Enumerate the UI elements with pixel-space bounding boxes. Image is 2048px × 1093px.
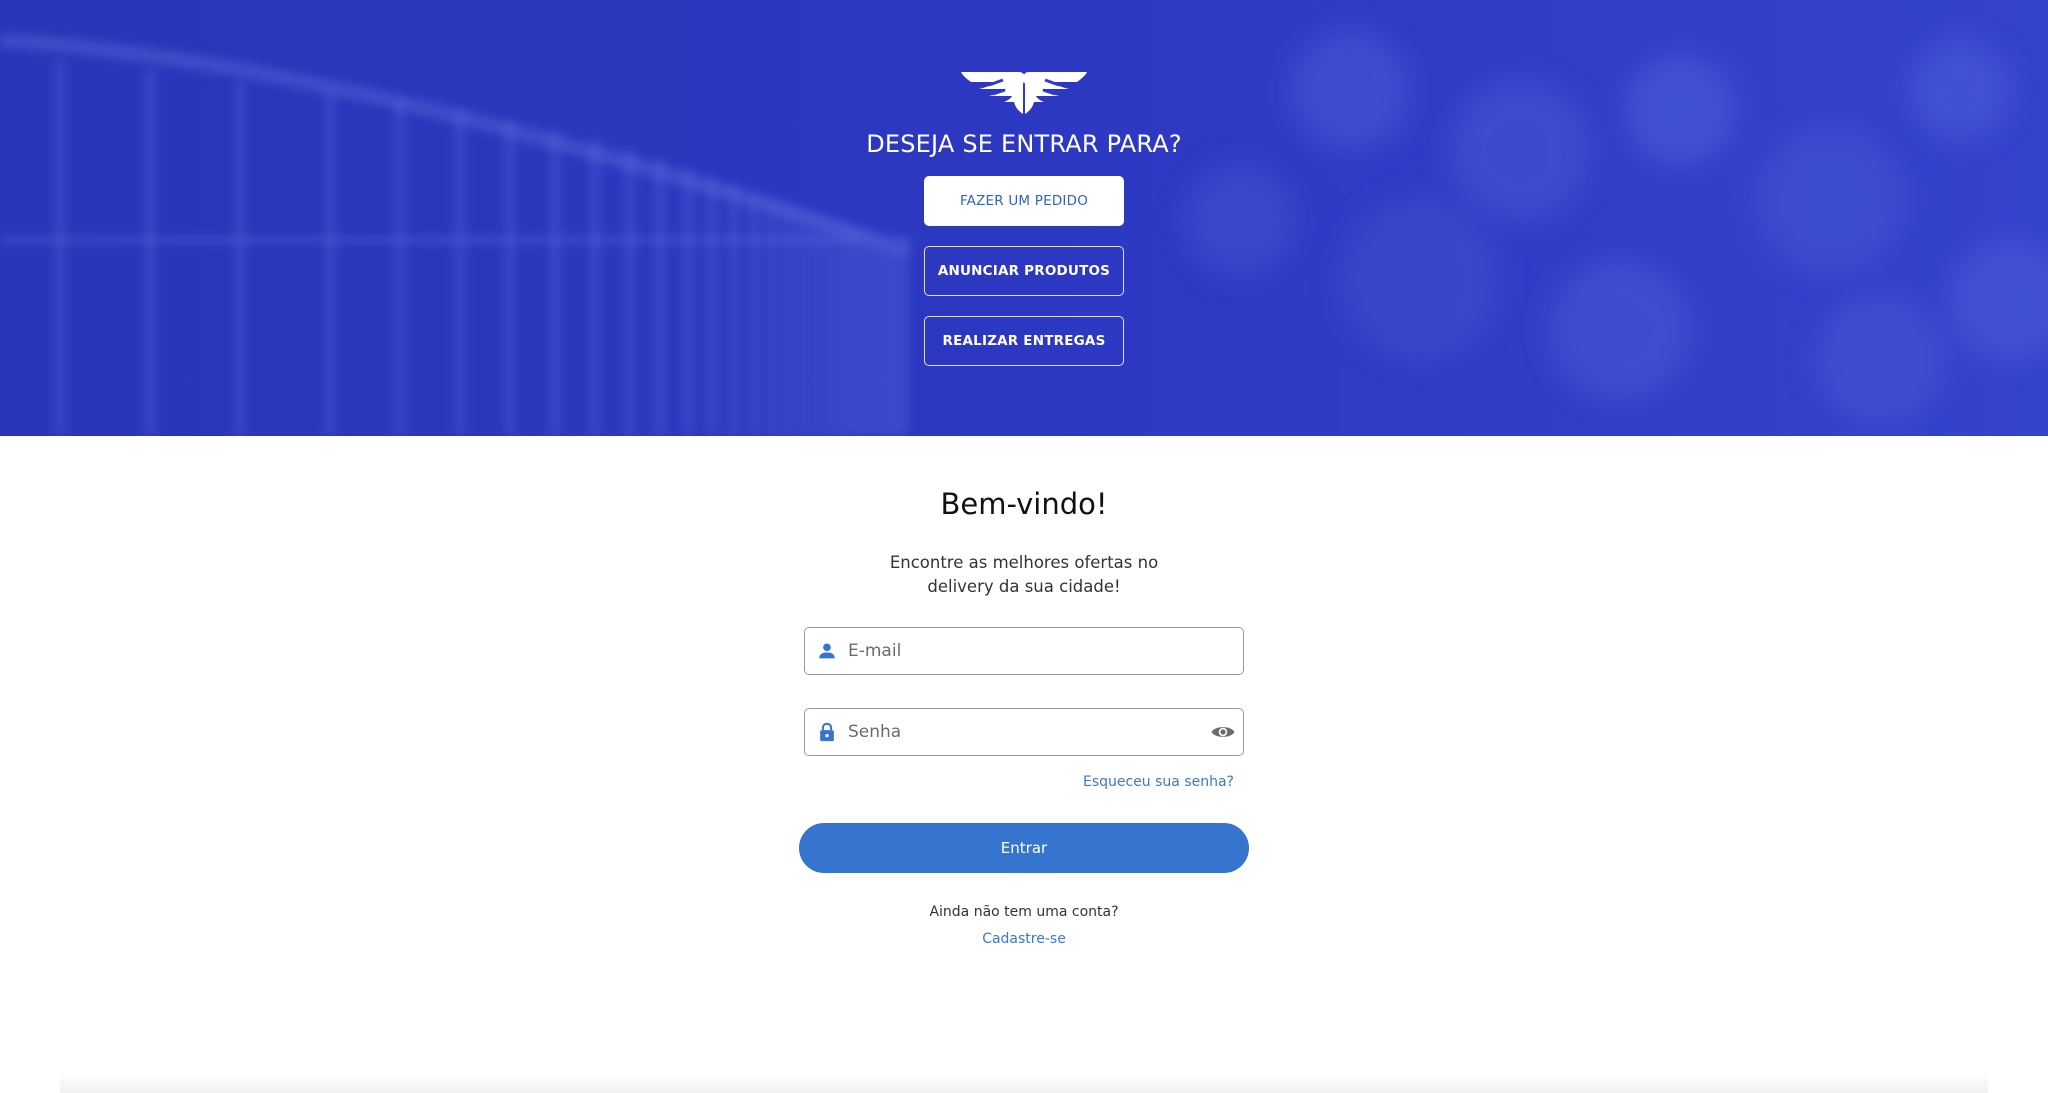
make-deliveries-button[interactable]: REALIZAR ENTREGAS [924, 316, 1124, 366]
bottom-shadow [60, 1073, 1988, 1093]
user-icon [819, 643, 835, 659]
hero-content: DESEJA SE ENTRAR PARA? FAZER UM PEDIDO A… [0, 0, 2048, 436]
forgot-password-link[interactable]: Esqueceu sua senha? [1083, 774, 1234, 790]
hero-banner: DESEJA SE ENTRAR PARA? FAZER UM PEDIDO A… [0, 0, 2048, 436]
eye-icon[interactable] [1210, 720, 1236, 744]
forgot-password-row: Esqueceu sua senha? [804, 774, 1244, 790]
login-section: Bem-vindo! Encontre as melhores ofertas … [0, 436, 2048, 1093]
email-field[interactable] [804, 627, 1244, 675]
enter-button[interactable]: Entrar [799, 823, 1249, 873]
advertise-products-button[interactable]: ANUNCIAR PRODUTOS [924, 246, 1124, 296]
password-input[interactable] [805, 709, 1243, 755]
password-field[interactable] [804, 708, 1244, 756]
order-button[interactable]: FAZER UM PEDIDO [924, 176, 1124, 226]
hero-title: DESEJA SE ENTRAR PARA? [866, 130, 1182, 158]
no-account-text: Ainda não tem uma conta? [929, 904, 1119, 920]
lock-icon [820, 722, 834, 742]
tagline: Encontre as melhores ofertas no delivery… [889, 553, 1159, 596]
signup-link[interactable]: Cadastre-se [982, 931, 1066, 947]
winged-logo-icon [961, 72, 1087, 114]
email-input[interactable] [805, 628, 1243, 674]
welcome-title: Bem-vindo! [940, 487, 1108, 521]
